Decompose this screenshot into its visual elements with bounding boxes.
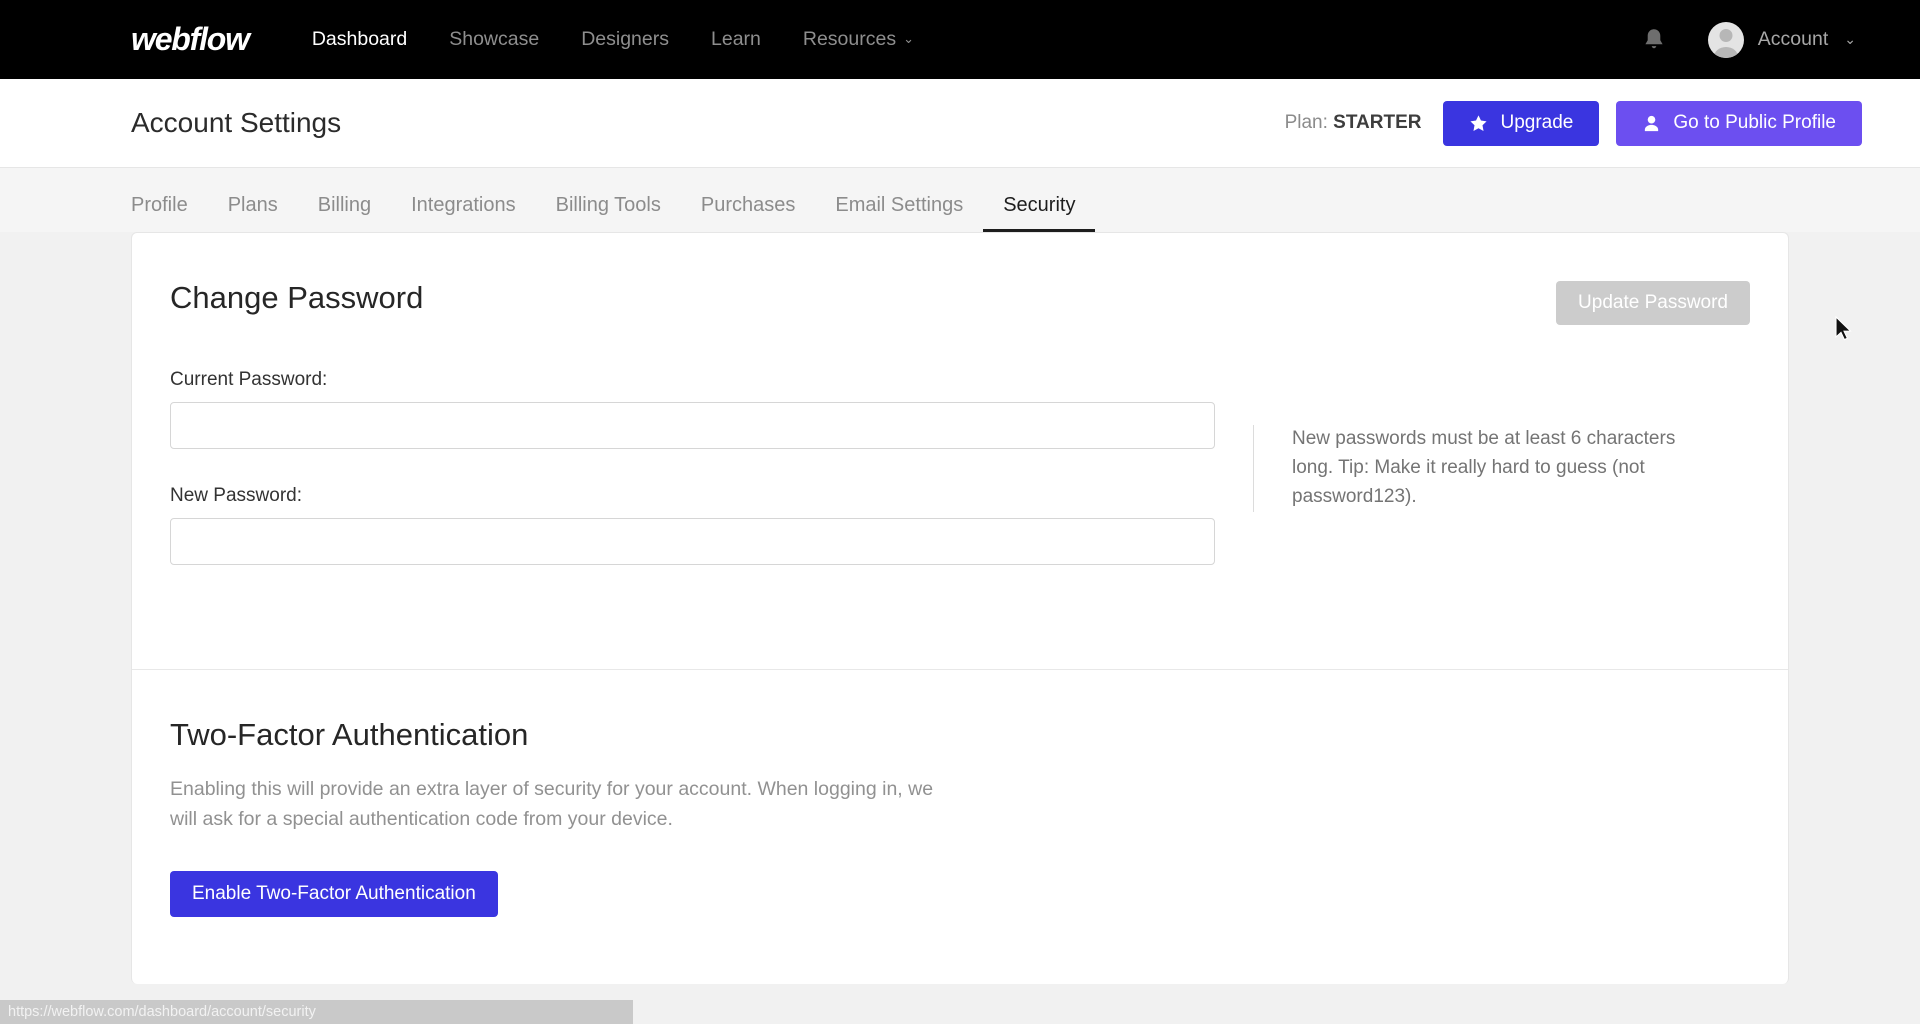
account-menu-label: Account <box>1757 28 1829 50</box>
change-password-title: Change Password <box>170 280 424 315</box>
browser-status-bar: https://webflow.com/dashboard/account/se… <box>0 1000 633 1024</box>
star-icon <box>1470 114 1488 131</box>
plan-status: Plan: STARTER <box>1285 112 1422 134</box>
tab-plans[interactable]: Plans <box>208 195 298 232</box>
nav-link-dashboard[interactable]: Dashboard <box>291 0 428 79</box>
nav-link-designers[interactable]: Designers <box>560 0 690 79</box>
password-hint: New passwords must be at least 6 charact… <box>1253 425 1684 512</box>
plan-name: STARTER <box>1333 112 1422 133</box>
settings-card: Change Password Update Password Current … <box>131 232 1789 984</box>
bell-icon <box>1645 28 1663 48</box>
top-navigation-bar: webflow Dashboard Showcase Designers Lea… <box>0 0 1920 79</box>
go-to-public-profile-label: Go to Public Profile <box>1673 112 1836 133</box>
settings-tabs: Profile Plans Billing Integrations Billi… <box>131 195 1096 232</box>
tab-profile[interactable]: Profile <box>131 195 208 232</box>
upgrade-button[interactable]: Upgrade <box>1443 100 1600 146</box>
change-password-section: Change Password Update Password Current … <box>132 233 1788 617</box>
chevron-down-icon: ⌄ <box>903 30 914 46</box>
tab-billing-tools[interactable]: Billing Tools <box>536 195 681 232</box>
nav-link-resources[interactable]: Resources ⌄ <box>782 0 935 80</box>
tab-purchases[interactable]: Purchases <box>681 195 816 232</box>
nav-link-resources-label: Resources <box>802 27 897 50</box>
chevron-down-icon: ⌄ <box>1844 31 1856 47</box>
person-icon <box>1645 115 1659 131</box>
password-hint-text: New passwords must be at least 6 charact… <box>1292 428 1676 507</box>
change-password-header: Change Password Update Password <box>170 280 1750 325</box>
account-menu-button[interactable]: Account ⌄ <box>1690 21 1862 58</box>
webflow-logo[interactable]: webflow <box>131 21 250 58</box>
plan-label: Plan: <box>1284 112 1334 133</box>
hint-divider <box>1253 425 1254 512</box>
tab-email-settings[interactable]: Email Settings <box>815 195 983 232</box>
upgrade-button-label: Upgrade <box>1500 112 1574 133</box>
nav-link-learn[interactable]: Learn <box>690 0 782 79</box>
avatar <box>1707 21 1744 58</box>
status-bar-url: https://webflow.com/dashboard/account/se… <box>8 1004 316 1020</box>
settings-tabs-bar: Profile Plans Billing Integrations Billi… <box>0 168 1920 232</box>
nav-right-group: Account ⌄ <box>1618 21 1862 58</box>
two-factor-description: Enabling this will provide an extra laye… <box>170 778 934 831</box>
content-area: Change Password Update Password Current … <box>0 232 1920 984</box>
enable-two-factor-button[interactable]: Enable Two-Factor Authentication <box>170 870 498 917</box>
go-to-public-profile-button[interactable]: Go to Public Profile <box>1616 100 1862 146</box>
primary-nav-links: Dashboard Showcase Designers Learn Resou… <box>291 0 935 80</box>
password-fields: Current Password: New Password: <box>170 325 1215 565</box>
current-password-input[interactable] <box>170 402 1215 449</box>
page-header-actions: Plan: STARTER Upgrade Go to Public Profi… <box>1285 100 1862 146</box>
new-password-label: New Password: <box>170 485 302 506</box>
password-fields-row: Current Password: New Password: New pass… <box>170 325 1750 565</box>
two-factor-section: Two-Factor Authentication Enabling this … <box>132 670 1788 917</box>
current-password-label: Current Password: <box>170 369 328 390</box>
new-password-input[interactable] <box>170 518 1215 565</box>
nav-link-showcase[interactable]: Showcase <box>428 0 560 79</box>
notifications-button[interactable] <box>1618 27 1690 53</box>
update-password-button[interactable]: Update Password <box>1556 281 1750 325</box>
two-factor-title: Two-Factor Authentication <box>170 717 529 752</box>
tab-integrations[interactable]: Integrations <box>391 195 536 232</box>
page-title: Account Settings <box>131 107 342 138</box>
page-header: Account Settings Plan: STARTER Upgrade G… <box>0 79 1920 168</box>
tab-billing[interactable]: Billing <box>298 195 391 232</box>
tab-security[interactable]: Security <box>983 195 1096 232</box>
